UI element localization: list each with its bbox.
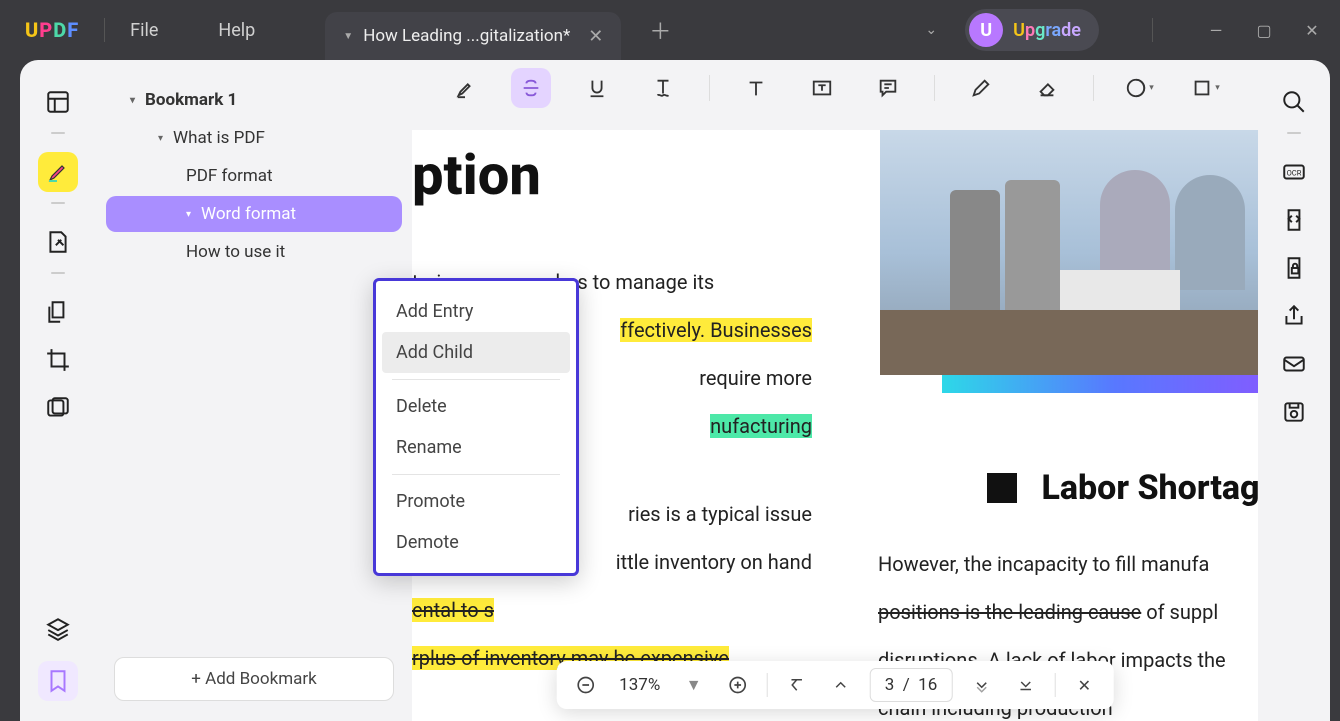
ctx-demote[interactable]: Demote <box>382 522 570 563</box>
textbox-button[interactable] <box>802 68 842 108</box>
menu-file[interactable]: File <box>130 20 158 41</box>
upgrade-label: Upgrade <box>1013 20 1081 41</box>
chevron-down-icon: ▾ <box>158 133 163 144</box>
document-tab[interactable]: ▼ How Leading ...gitalization* ✕ <box>325 12 621 60</box>
chevron-down-icon: ▾ <box>130 95 135 106</box>
bookmarks-panel: ▾Bookmark 1 ▾What is PDF PDF format ▾Wor… <box>96 60 412 721</box>
tab-title: How Leading ...gitalization* <box>363 26 570 46</box>
convert-button[interactable] <box>1274 200 1314 240</box>
bullet-square-icon <box>987 473 1017 503</box>
last-page-button[interactable] <box>1010 670 1040 700</box>
divider <box>1152 18 1153 42</box>
zoom-in-button[interactable] <box>723 670 753 700</box>
separator <box>767 673 768 697</box>
zoom-level: 137% <box>615 675 665 695</box>
page-indicator[interactable]: 3 / 16 <box>870 668 953 702</box>
ctx-add-child[interactable]: Add Child <box>382 332 570 373</box>
email-button[interactable] <box>1274 344 1314 384</box>
compare-tool[interactable] <box>38 388 78 428</box>
menu-separator <box>392 379 560 380</box>
close-button[interactable]: ✕ <box>1302 21 1322 40</box>
section-heading: Labor Shortage <box>987 468 1258 508</box>
highlight-button[interactable] <box>445 68 485 108</box>
close-bar-button[interactable]: ✕ <box>1069 670 1099 700</box>
titlebar: UPDF File Help ▼ How Leading ...gitaliza… <box>0 0 1340 60</box>
first-page-button[interactable] <box>782 670 812 700</box>
upgrade-button[interactable]: U Upgrade <box>965 9 1099 51</box>
zoom-dropdown[interactable]: ▼ <box>679 670 709 700</box>
bookmark-root[interactable]: ▾Bookmark 1 <box>106 82 402 118</box>
menu-help[interactable]: Help <box>218 20 255 41</box>
tab-close-icon[interactable]: ✕ <box>588 26 603 47</box>
zoom-out-button[interactable] <box>571 670 601 700</box>
protect-button[interactable] <box>1274 248 1314 288</box>
upgrade-avatar: U <box>969 13 1003 47</box>
toolbar-separator <box>934 75 935 101</box>
layers-tool[interactable] <box>38 609 78 649</box>
bookmark-item-selected[interactable]: ▾Word format <box>106 196 402 232</box>
left-rail <box>20 60 96 721</box>
chevron-down-icon[interactable]: ⌄ <box>925 22 937 38</box>
prev-page-button[interactable] <box>826 670 856 700</box>
app-logo: UPDF <box>25 18 79 42</box>
eraser-button[interactable] <box>1027 68 1067 108</box>
annotation-toolbar: ▾ ▾ <box>412 60 1258 116</box>
add-bookmark-button[interactable]: + Add Bookmark <box>114 657 394 701</box>
underline-button[interactable] <box>577 68 617 108</box>
menu-separator <box>392 474 560 475</box>
bookmark-item[interactable]: ▾What is PDF <box>106 120 402 156</box>
ctx-delete[interactable]: Delete <box>382 386 570 427</box>
next-page-button[interactable] <box>966 670 996 700</box>
squiggly-button[interactable] <box>643 68 683 108</box>
highlight-tool[interactable] <box>38 152 78 192</box>
crop-tool[interactable] <box>38 340 78 380</box>
share-button[interactable] <box>1274 296 1314 336</box>
toolbar-separator <box>1093 75 1094 101</box>
ctx-promote[interactable]: Promote <box>382 481 570 522</box>
page-heading: ption <box>412 142 541 208</box>
document-image <box>880 130 1258 375</box>
bookmark-context-menu: Add Entry Add Child Delete Rename Promot… <box>373 278 579 576</box>
bookmarks-tool[interactable] <box>38 661 78 701</box>
rail-separator <box>51 202 65 204</box>
ctx-add-entry[interactable]: Add Entry <box>382 291 570 332</box>
minimize-button[interactable]: — <box>1206 21 1226 40</box>
chevron-down-icon: ▾ <box>186 209 191 220</box>
maximize-button[interactable]: ▢ <box>1254 21 1274 40</box>
workspace: ▾Bookmark 1 ▾What is PDF PDF format ▾Wor… <box>20 60 1330 721</box>
bookmark-item[interactable]: PDF format <box>106 158 402 194</box>
rail-separator <box>1287 132 1301 134</box>
ocr-button[interactable]: OCR <box>1274 152 1314 192</box>
page-nav-bar: 137% ▼ 3 / 16 ✕ <box>557 661 1114 709</box>
note-button[interactable] <box>868 68 908 108</box>
strikethrough-button[interactable] <box>511 68 551 108</box>
ctx-rename[interactable]: Rename <box>382 427 570 468</box>
save-button[interactable] <box>1274 392 1314 432</box>
pages-tool[interactable] <box>38 292 78 332</box>
add-tab-button[interactable]: ＋ <box>649 14 671 46</box>
shape-button[interactable]: ▾ <box>1186 68 1226 108</box>
divider <box>104 18 105 42</box>
search-button[interactable] <box>1274 82 1314 122</box>
tab-dropdown-icon[interactable]: ▼ <box>343 31 353 42</box>
text-button[interactable] <box>736 68 776 108</box>
separator <box>1054 673 1055 697</box>
thumbnails-tool[interactable] <box>38 82 78 122</box>
stamp-button[interactable]: ▾ <box>1120 68 1160 108</box>
edit-tool[interactable] <box>38 222 78 262</box>
pencil-button[interactable] <box>961 68 1001 108</box>
right-rail: OCR <box>1258 60 1330 721</box>
bookmark-item[interactable]: How to use it <box>106 234 402 270</box>
svg-text:OCR: OCR <box>1287 168 1302 177</box>
rail-separator <box>51 132 65 134</box>
toolbar-separator <box>709 75 710 101</box>
decorative-stripe <box>942 375 1258 393</box>
rail-separator <box>51 272 65 274</box>
